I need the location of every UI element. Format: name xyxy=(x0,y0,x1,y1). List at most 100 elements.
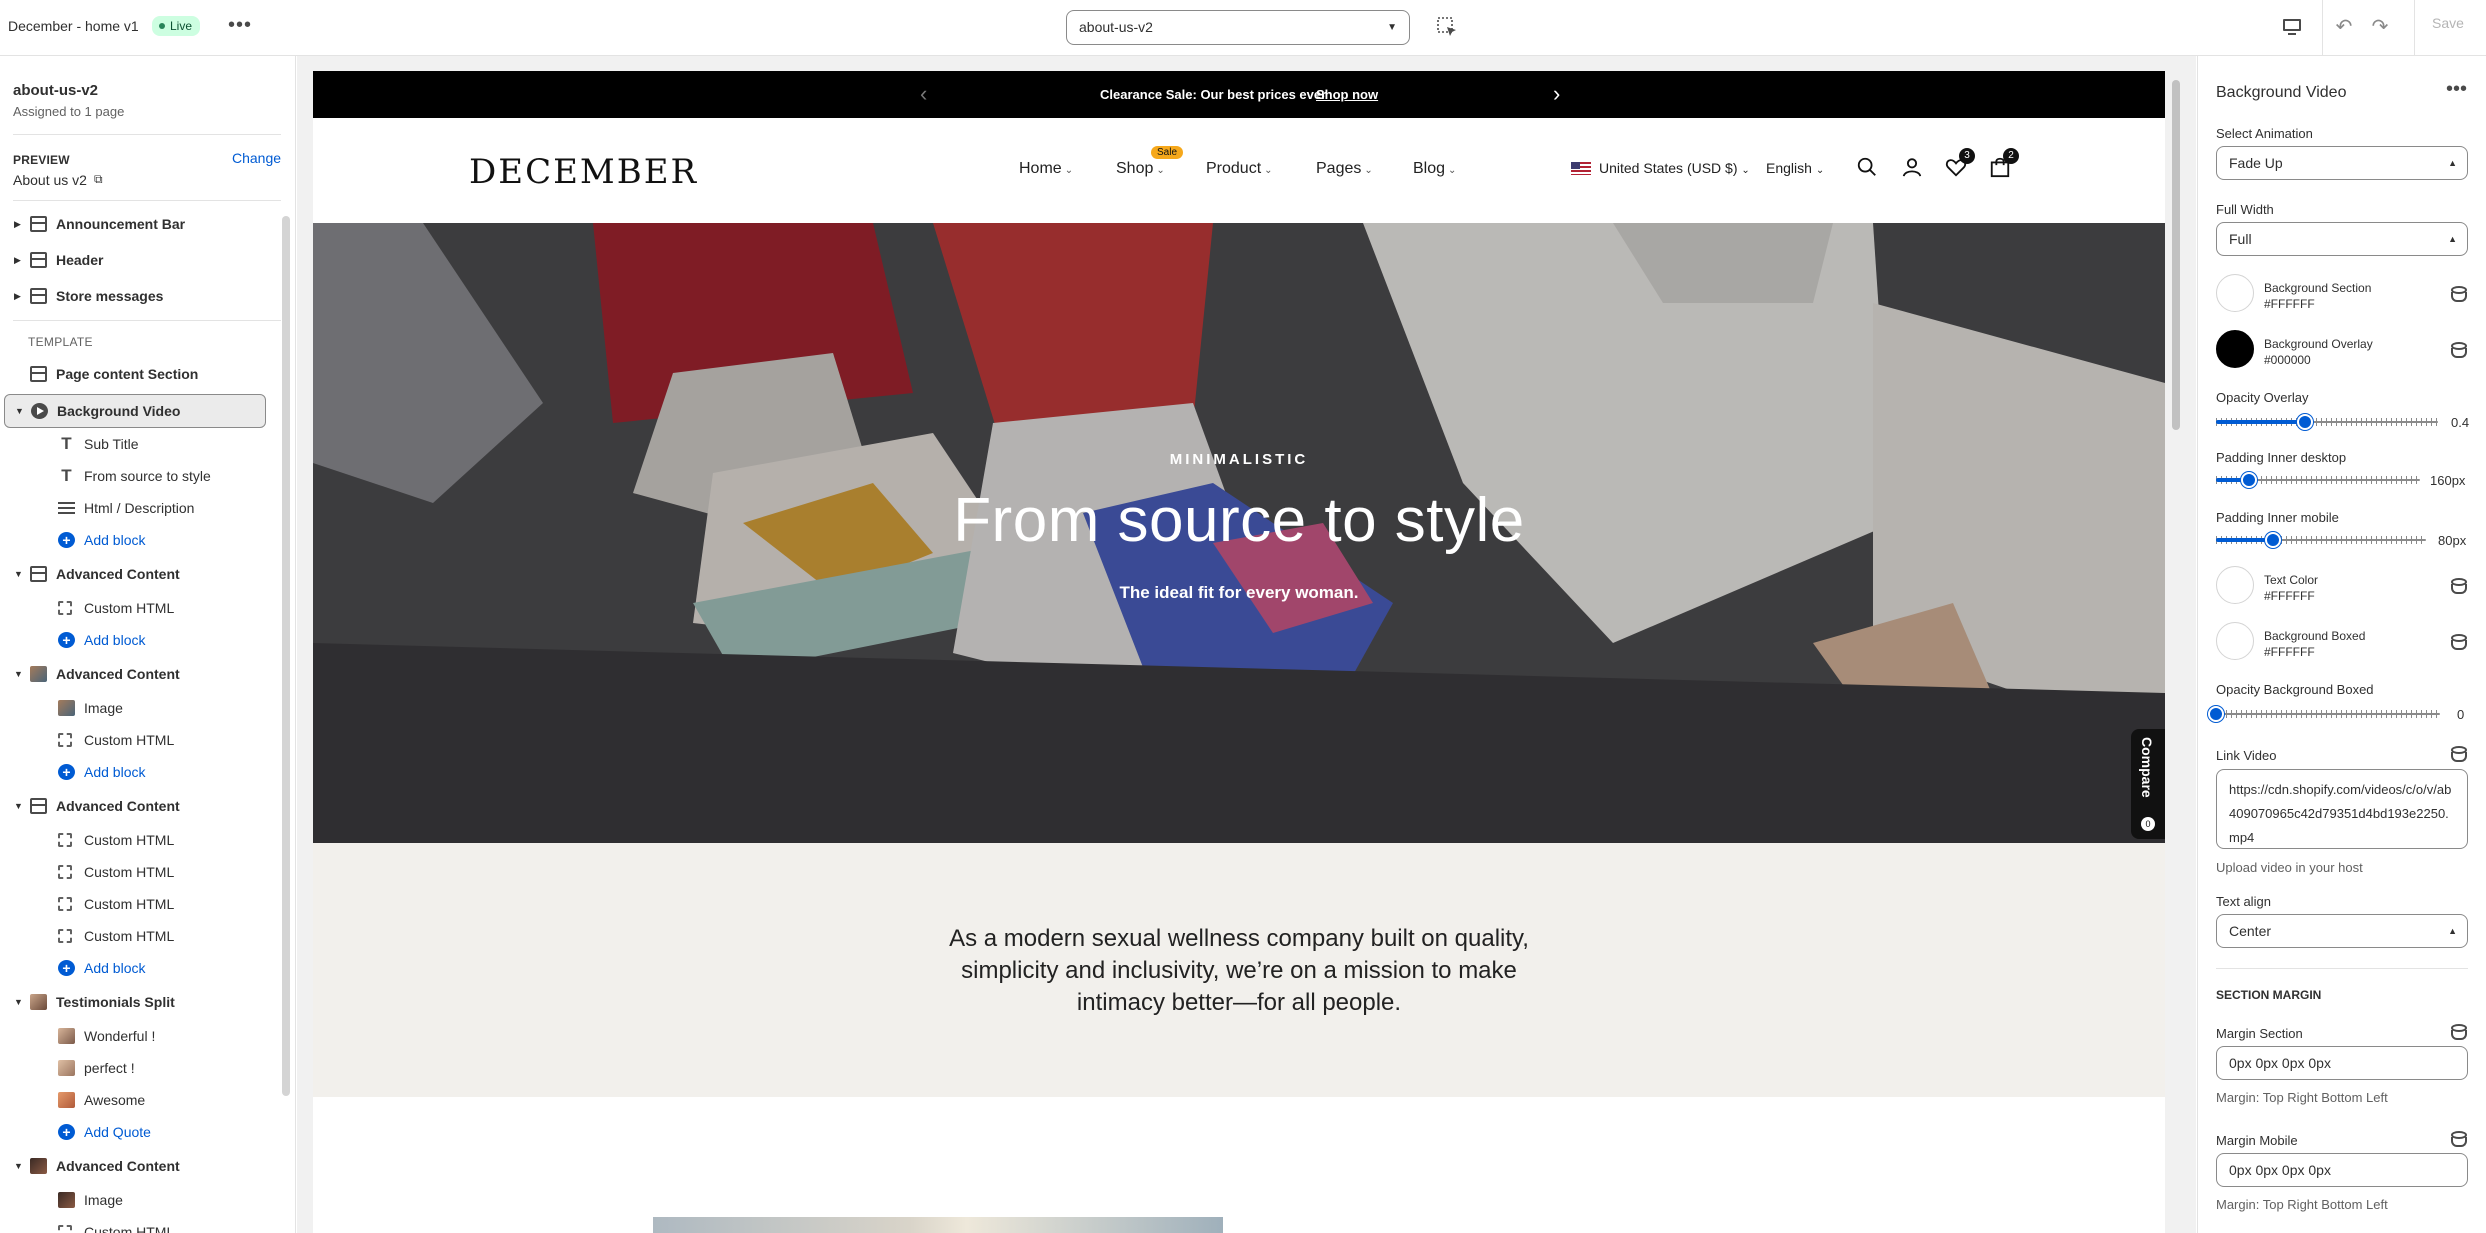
add-block-button[interactable]: + Add block xyxy=(0,952,270,984)
section-advanced-content[interactable]: ▼ Advanced Content xyxy=(0,790,270,822)
dynamic-source-icon[interactable] xyxy=(2450,341,2467,358)
chevron-right-icon[interactable]: ▶ xyxy=(14,280,21,312)
us-flag-icon xyxy=(1571,162,1591,175)
chevron-down-icon[interactable]: ▼ xyxy=(14,986,23,1018)
theme-actions-button[interactable]: ••• xyxy=(228,14,252,37)
section-advanced-content[interactable]: ▼ Advanced Content xyxy=(0,558,270,590)
block-custom-html[interactable]: Custom HTML xyxy=(0,888,270,920)
add-block-button[interactable]: + Add block xyxy=(0,624,270,656)
block-custom-html[interactable]: Custom HTML xyxy=(0,856,270,888)
sidebar-scrollbar[interactable] xyxy=(282,216,290,1096)
country-selector[interactable]: United States (USD $) ⌄ xyxy=(1571,160,1750,176)
block-sub-title[interactable]: T Sub Title xyxy=(0,428,270,460)
nav-product[interactable]: Product ⌄ xyxy=(1206,160,1273,178)
slider-thumb[interactable] xyxy=(2264,532,2281,548)
slider-thumb[interactable] xyxy=(2240,472,2257,488)
section-background-video[interactable]: ▼ Background Video xyxy=(4,394,266,428)
section-store-messages[interactable]: ▶ Store messages xyxy=(0,280,270,312)
chevron-down-icon[interactable]: ▼ xyxy=(14,1150,23,1182)
wishlist-button[interactable]: 3 xyxy=(1945,148,1975,178)
section-testimonials-split[interactable]: ▼ Testimonials Split xyxy=(0,986,270,1018)
undo-icon[interactable]: ↶ xyxy=(2332,15,2356,39)
bg-boxed-swatch[interactable] xyxy=(2216,622,2254,660)
search-icon[interactable] xyxy=(1856,156,1878,178)
external-link-icon[interactable]: ⧉ xyxy=(94,172,103,187)
add-quote-button[interactable]: + Add Quote xyxy=(0,1116,270,1148)
text-align-select[interactable]: Center ▲ xyxy=(2216,914,2468,948)
block-image[interactable]: Image xyxy=(0,1184,270,1216)
chevron-right-icon[interactable]: ▶ xyxy=(14,244,21,276)
padding-desktop-slider[interactable] xyxy=(2216,470,2420,490)
account-icon[interactable] xyxy=(1901,156,1923,178)
chevron-right-icon[interactable]: ▶ xyxy=(14,208,21,240)
scrollbar-thumb[interactable] xyxy=(2172,80,2180,430)
link-video-textarea[interactable]: https://cdn.shopify.com/videos/c/o/v/ab4… xyxy=(2216,769,2468,849)
nav-home[interactable]: Home ⌄ xyxy=(1019,160,1073,178)
redo-icon[interactable]: ↷ xyxy=(2368,15,2392,39)
save-button[interactable]: Save xyxy=(2432,15,2464,31)
cart-button[interactable]: 2 xyxy=(1989,148,2019,178)
quote-item[interactable]: perfect ! xyxy=(0,1052,270,1084)
bg-section-swatch[interactable] xyxy=(2216,274,2254,312)
section-advanced-content[interactable]: ▼ Advanced Content xyxy=(0,658,270,690)
section-advanced-content[interactable]: ▼ Advanced Content xyxy=(0,1150,270,1182)
chevron-down-icon[interactable]: ▼ xyxy=(14,790,23,822)
block-custom-html[interactable]: Custom HTML xyxy=(0,1216,270,1233)
desktop-view-icon[interactable] xyxy=(2280,15,2304,39)
preview-scrollbar[interactable] xyxy=(2170,74,2182,1224)
section-page-content[interactable]: Page content Section xyxy=(0,358,270,390)
chevron-right-icon[interactable]: › xyxy=(1553,81,1560,107)
dynamic-source-icon[interactable] xyxy=(2450,285,2467,302)
nav-shop[interactable]: Shop ⌄ xyxy=(1116,160,1165,178)
text-color-swatch[interactable] xyxy=(2216,566,2254,604)
block-heading[interactable]: T From source to style xyxy=(0,460,270,492)
dynamic-source-icon[interactable] xyxy=(2450,633,2467,650)
block-image[interactable]: Image xyxy=(0,692,270,724)
opacity-boxed-slider[interactable] xyxy=(2208,704,2440,724)
section-header[interactable]: ▶ Header xyxy=(0,244,270,276)
block-label: Custom HTML xyxy=(84,600,175,616)
add-block-button[interactable]: + Add block xyxy=(0,756,270,788)
padding-mobile-slider[interactable] xyxy=(2216,530,2426,550)
quote-item[interactable]: Wonderful ! xyxy=(0,1020,270,1052)
slider-thumb[interactable] xyxy=(2296,414,2313,430)
margin-mobile-input[interactable]: 0px 0px 0px 0px xyxy=(2216,1153,2468,1187)
dynamic-source-icon[interactable] xyxy=(2450,745,2467,762)
background-video-hero[interactable]: MINIMALISTIC From source to style The id… xyxy=(313,223,2165,843)
block-custom-html[interactable]: Custom HTML xyxy=(0,824,270,856)
language-selector[interactable]: English ⌄ xyxy=(1766,160,1824,176)
divider xyxy=(2414,0,2415,56)
quote-item[interactable]: Awesome xyxy=(0,1084,270,1116)
inspector-icon[interactable] xyxy=(1435,15,1459,39)
chevron-down-icon[interactable]: ▼ xyxy=(15,395,24,427)
compare-tab[interactable]: Compare 0 xyxy=(2131,729,2165,839)
swatch-label: Text Color xyxy=(2264,573,2319,587)
dynamic-source-icon[interactable] xyxy=(2450,1023,2467,1040)
chevron-left-icon[interactable]: ‹ xyxy=(920,81,927,107)
full-width-select[interactable]: Full ▲ xyxy=(2216,222,2468,256)
chevron-down-icon[interactable]: ▼ xyxy=(14,558,23,590)
bg-overlay-swatch[interactable] xyxy=(2216,330,2254,368)
section-announcement-bar[interactable]: ▶ Announcement Bar xyxy=(0,208,270,240)
text-icon: T xyxy=(61,434,72,453)
animation-select[interactable]: Fade Up ▲ xyxy=(2216,146,2468,180)
preview-page[interactable]: About us v2 xyxy=(13,172,87,188)
block-custom-html[interactable]: Custom HTML xyxy=(0,724,270,756)
slider-thumb[interactable] xyxy=(2208,706,2224,722)
announcement-link[interactable]: Shop now xyxy=(1316,87,1378,102)
add-block-button[interactable]: + Add block xyxy=(0,524,270,556)
template-select[interactable]: about-us-v2 ▼ xyxy=(1066,10,1410,45)
block-custom-html[interactable]: Custom HTML xyxy=(0,920,270,952)
block-description[interactable]: Html / Description xyxy=(0,492,270,524)
dynamic-source-icon[interactable] xyxy=(2450,577,2467,594)
change-preview-link[interactable]: Change xyxy=(232,150,281,166)
opacity-overlay-slider[interactable] xyxy=(2216,412,2438,432)
block-custom-html[interactable]: Custom HTML xyxy=(0,592,270,624)
store-logo[interactable]: DECEMBER xyxy=(469,152,698,192)
more-actions-button[interactable]: ••• xyxy=(2446,78,2467,101)
margin-section-input[interactable]: 0px 0px 0px 0px xyxy=(2216,1046,2468,1080)
nav-pages[interactable]: Pages ⌄ xyxy=(1316,160,1373,178)
nav-blog[interactable]: Blog ⌄ xyxy=(1413,160,1456,178)
dynamic-source-icon[interactable] xyxy=(2450,1130,2467,1147)
chevron-down-icon[interactable]: ▼ xyxy=(14,658,23,690)
